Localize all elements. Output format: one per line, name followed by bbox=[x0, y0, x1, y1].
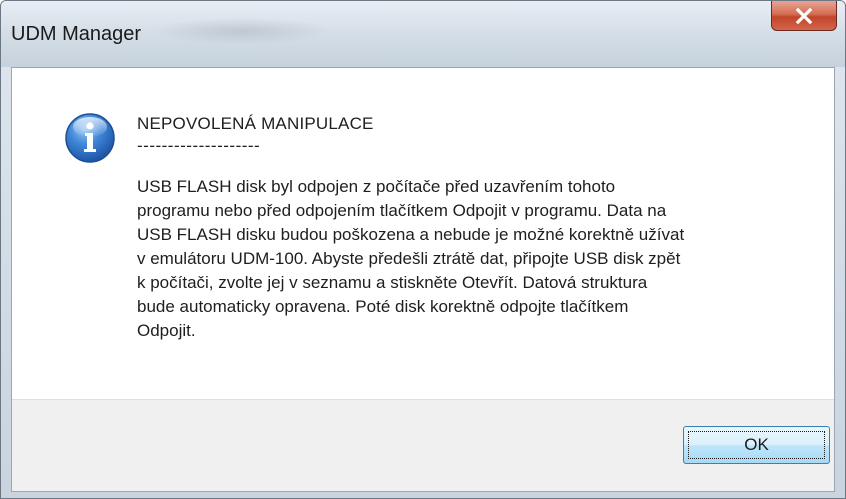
info-icon bbox=[65, 113, 115, 163]
dialog-content: NEPOVOLENÁ MANIPULACE ------------------… bbox=[11, 67, 835, 492]
dialog-window: UDM Manager NEPOVOLENÁ MANIPULACE ------… bbox=[0, 0, 846, 499]
ok-button[interactable]: OK bbox=[683, 426, 830, 464]
heading-separator: -------------------- bbox=[137, 136, 261, 155]
ok-button-label: OK bbox=[688, 431, 825, 459]
close-button[interactable] bbox=[771, 1, 837, 31]
close-icon bbox=[795, 7, 813, 24]
message-text: USB FLASH disk byl odpojen z počítače př… bbox=[137, 177, 685, 340]
title-bar-background bbox=[151, 17, 331, 45]
window-title: UDM Manager bbox=[11, 23, 142, 45]
message-heading: NEPOVOLENÁ MANIPULACE bbox=[137, 114, 374, 133]
title-bar[interactable]: UDM Manager bbox=[1, 1, 845, 67]
button-bar: OK bbox=[12, 399, 834, 491]
